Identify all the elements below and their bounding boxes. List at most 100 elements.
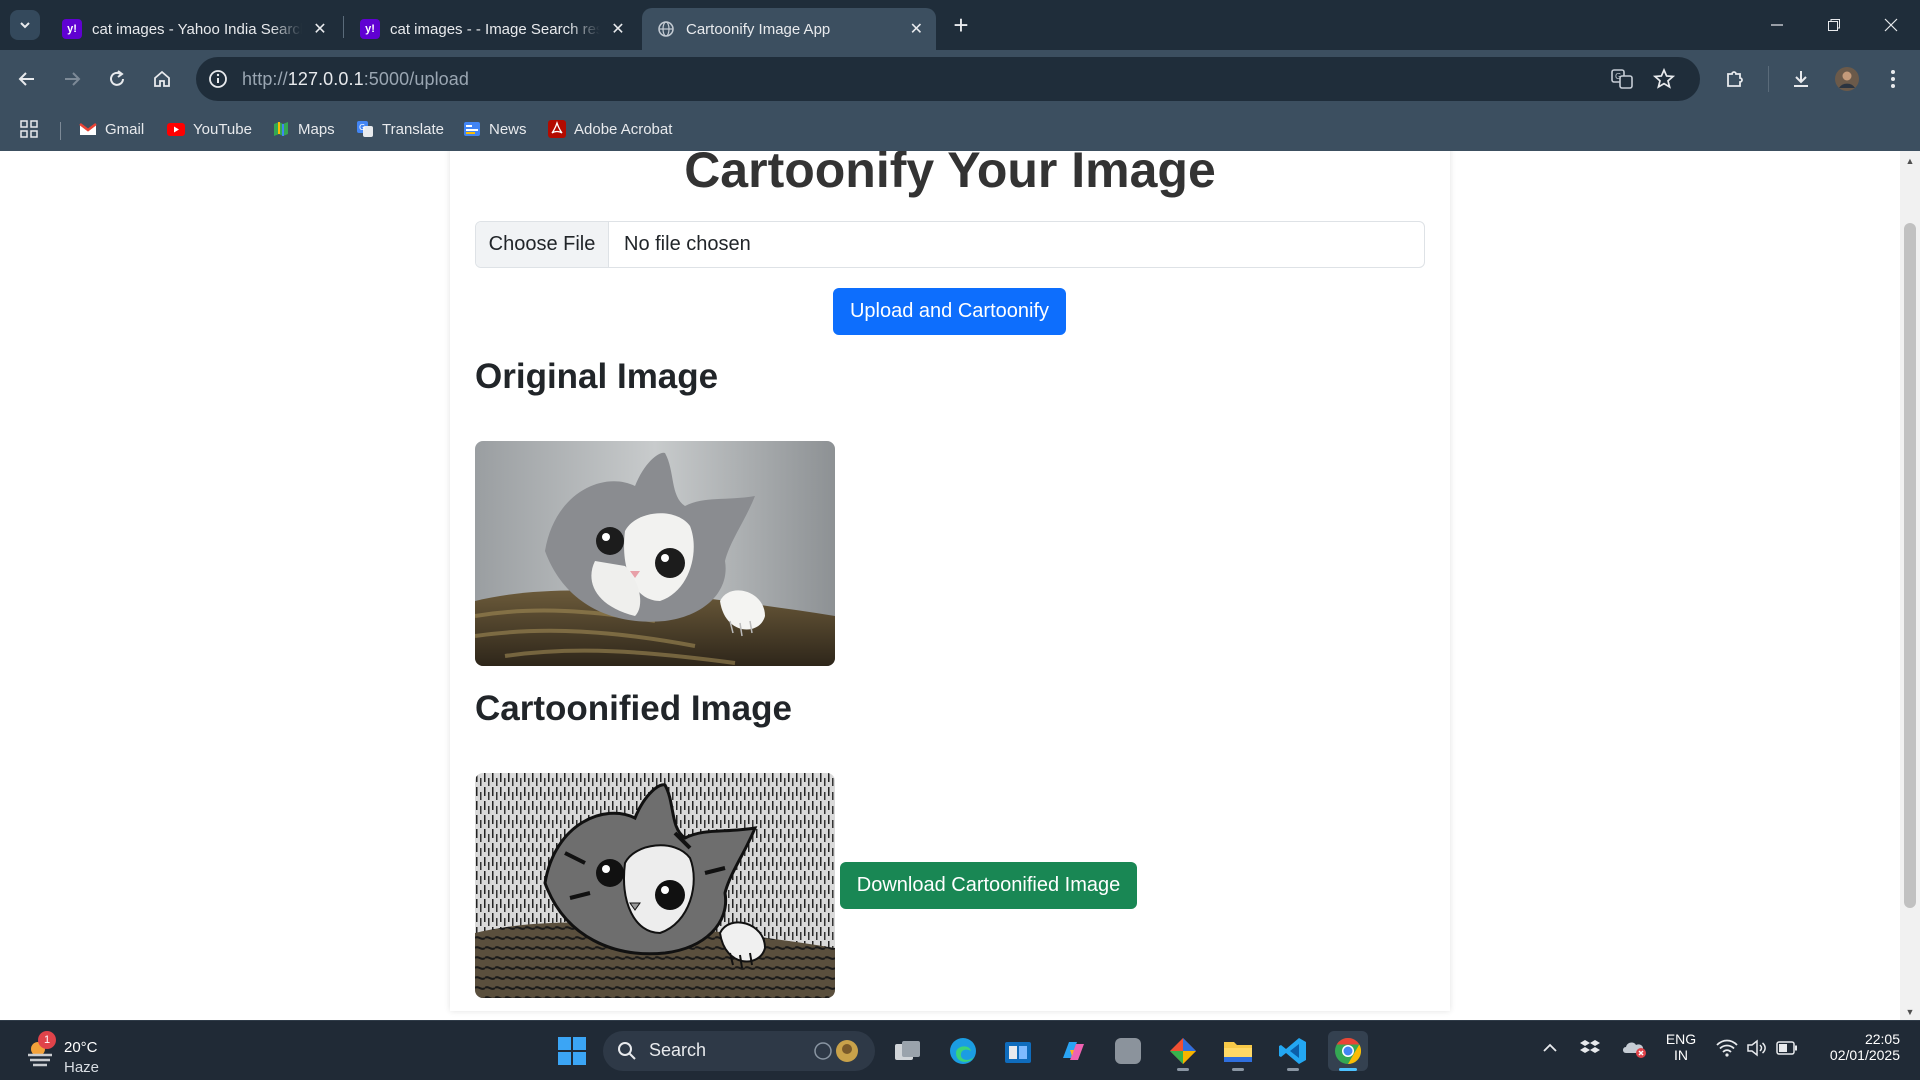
store-icon <box>1005 1042 1031 1063</box>
restore-icon <box>1828 19 1840 31</box>
file-input[interactable]: Choose File No file chosen <box>475 221 1425 268</box>
weather-temp: 20°C <box>64 1039 98 1056</box>
bookmarks-bar: Gmail YouTube Maps G Translate News Adob… <box>0 108 1920 151</box>
bookmark-maps[interactable]: Maps <box>272 116 335 142</box>
git-icon <box>1170 1038 1196 1064</box>
wifi-icon[interactable] <box>1716 1039 1738 1062</box>
translate-page-icon[interactable]: G <box>1610 67 1634 96</box>
close-window-button[interactable] <box>1862 0 1920 50</box>
taskbar-store[interactable] <box>998 1031 1038 1071</box>
taskbar-git[interactable] <box>1163 1031 1203 1071</box>
scrollbar-thumb[interactable] <box>1904 223 1916 908</box>
taskbar-vscode[interactable] <box>1273 1031 1313 1071</box>
home-button[interactable] <box>145 62 179 96</box>
weather-condition: Haze <box>64 1059 100 1076</box>
restore-button[interactable] <box>1805 0 1863 50</box>
url-path: :5000/upload <box>363 69 470 89</box>
tray-chevron-up-icon[interactable] <box>1542 1041 1558 1059</box>
running-indicator <box>1177 1068 1189 1071</box>
tab-title: cat images - - Image Search results <box>390 20 600 38</box>
windows-taskbar: 1 20°C Haze Search ENG IN 22:05 02/01/20… <box>0 1020 1920 1080</box>
address-bar[interactable]: http://127.0.0.1:5000/upload G <box>196 57 1700 101</box>
bookmark-label: News <box>489 120 527 138</box>
notification-badge: 1 <box>38 1031 56 1049</box>
page-viewport: Cartoonify Your Image Choose File No fil… <box>0 151 1920 1020</box>
search-icon <box>618 1042 636 1060</box>
dropbox-icon[interactable] <box>1580 1039 1600 1062</box>
close-icon[interactable]: ✕ <box>310 19 330 39</box>
bookmark-star-icon[interactable] <box>1652 67 1676 96</box>
clock-time: 22:05 <box>1864 1031 1900 1047</box>
task-view-button[interactable] <box>888 1031 928 1071</box>
tab-title: cat images - Yahoo India Search Results <box>92 20 302 38</box>
onedrive-error-icon[interactable] <box>1622 1037 1648 1064</box>
bookmark-label: Translate <box>382 120 444 138</box>
tab-cartoonify-app[interactable]: Cartoonify Image App ✕ <box>642 8 936 50</box>
start-button[interactable] <box>552 1031 592 1071</box>
bookmark-translate[interactable]: G Translate <box>356 116 444 142</box>
battery-icon[interactable] <box>1776 1041 1798 1060</box>
yahoo-icon: y! <box>62 19 82 39</box>
apps-button[interactable] <box>20 116 38 142</box>
tab-title: Cartoonify Image App <box>686 20 831 38</box>
close-icon[interactable]: ✕ <box>608 19 628 39</box>
scroll-down-icon[interactable]: ▼ <box>1905 1007 1915 1017</box>
weather-widget[interactable]: 1 20°C Haze <box>20 1029 120 1076</box>
new-tab-button[interactable]: + <box>946 10 976 40</box>
bookmark-label: Gmail <box>105 120 145 138</box>
menu-button[interactable] <box>1876 62 1910 96</box>
taskbar-edge[interactable] <box>943 1031 983 1071</box>
scroll-up-icon[interactable]: ▲ <box>1905 156 1915 166</box>
bookmark-news[interactable]: News <box>463 116 527 142</box>
close-icon <box>1884 18 1898 32</box>
forward-button[interactable] <box>55 62 89 96</box>
bookmark-label: YouTube <box>193 120 252 138</box>
globe-icon <box>656 19 676 39</box>
bookmark-gmail[interactable]: Gmail <box>79 116 144 142</box>
extensions-button[interactable] <box>1718 62 1752 96</box>
download-cartoonified-button[interactable]: Download Cartoonified Image <box>840 862 1137 909</box>
upload-and-cartoonify-button[interactable]: Upload and Cartoonify <box>833 288 1066 335</box>
reload-button[interactable] <box>100 62 134 96</box>
taskbar-file-explorer[interactable] <box>1218 1031 1258 1071</box>
language-indicator[interactable]: ENG IN <box>1660 1031 1702 1063</box>
taskbar-app-gray[interactable] <box>1108 1031 1148 1071</box>
cartoonified-image <box>475 773 835 998</box>
task-view-icon <box>895 1041 920 1060</box>
clock[interactable]: 22:05 02/01/2025 <box>1810 1031 1900 1063</box>
translate-icon: G <box>356 120 374 138</box>
volume-icon[interactable] <box>1746 1039 1768 1062</box>
maps-icon <box>272 120 290 138</box>
taskbar-copilot[interactable] <box>1053 1031 1093 1071</box>
tab-image-search[interactable]: y! cat images - - Image Search results ✕ <box>346 8 638 50</box>
news-icon <box>463 120 481 138</box>
reload-icon <box>110 70 124 86</box>
tab-yahoo-search[interactable]: y! cat images - Yahoo India Search Resul… <box>48 8 340 50</box>
minimize-icon <box>1771 24 1783 26</box>
profile-avatar[interactable] <box>1830 62 1864 96</box>
language-line2: IN <box>1674 1047 1688 1063</box>
bookmark-youtube[interactable]: YouTube <box>167 116 252 142</box>
taskbar-search[interactable]: Search <box>603 1031 875 1071</box>
running-indicator <box>1287 1068 1299 1071</box>
yahoo-icon: y! <box>360 19 380 39</box>
original-image <box>475 441 835 666</box>
choose-file-button[interactable]: Choose File <box>476 222 609 267</box>
taskbar-chrome[interactable] <box>1328 1031 1368 1071</box>
gmail-icon <box>79 120 97 138</box>
download-icon <box>1794 71 1808 87</box>
downloads-button[interactable] <box>1784 62 1818 96</box>
page-title: Cartoonify Your Image <box>684 151 1216 198</box>
cartoonified-image-heading: Cartoonified Image <box>475 689 792 728</box>
windows-start-icon <box>558 1037 586 1065</box>
info-icon[interactable] <box>206 67 230 91</box>
home-icon <box>154 70 170 87</box>
minimize-button[interactable] <box>1748 0 1806 50</box>
close-icon[interactable]: ✕ <box>907 19 926 39</box>
page-scrollbar[interactable]: ▲ ▼ <box>1900 151 1920 1020</box>
tab-search-button[interactable] <box>10 10 40 40</box>
back-button[interactable] <box>10 62 44 96</box>
running-indicator <box>1232 1068 1244 1071</box>
tab-strip: y! cat images - Yahoo India Search Resul… <box>0 0 1920 50</box>
bookmark-adobe-acrobat[interactable]: Adobe Acrobat <box>548 116 672 142</box>
